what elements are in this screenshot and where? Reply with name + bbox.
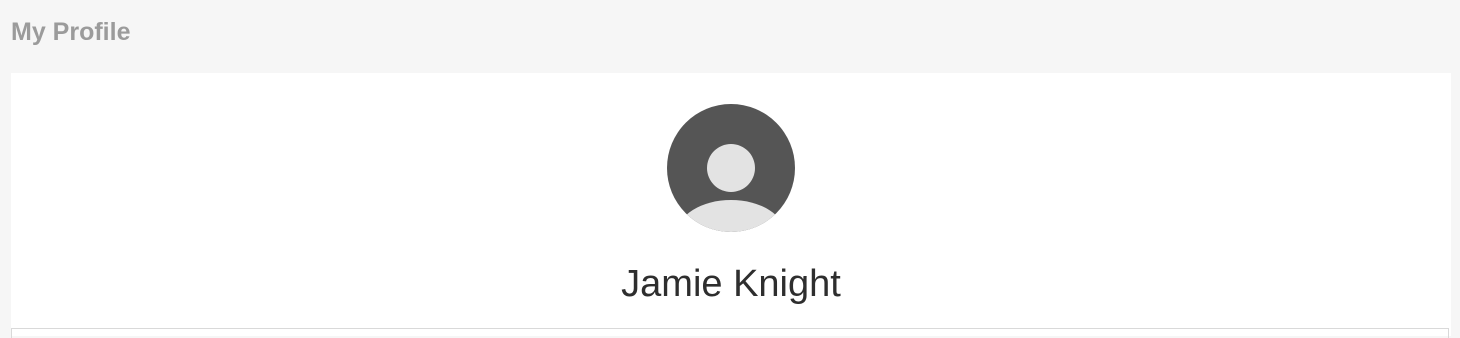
page-title: My Profile: [11, 18, 131, 46]
profile-card: Jamie Knight: [11, 73, 1451, 338]
avatar[interactable]: [667, 104, 795, 232]
section-divider: [11, 328, 1449, 338]
default-user-avatar-icon: [667, 104, 795, 232]
profile-name: Jamie Knight: [621, 263, 841, 305]
